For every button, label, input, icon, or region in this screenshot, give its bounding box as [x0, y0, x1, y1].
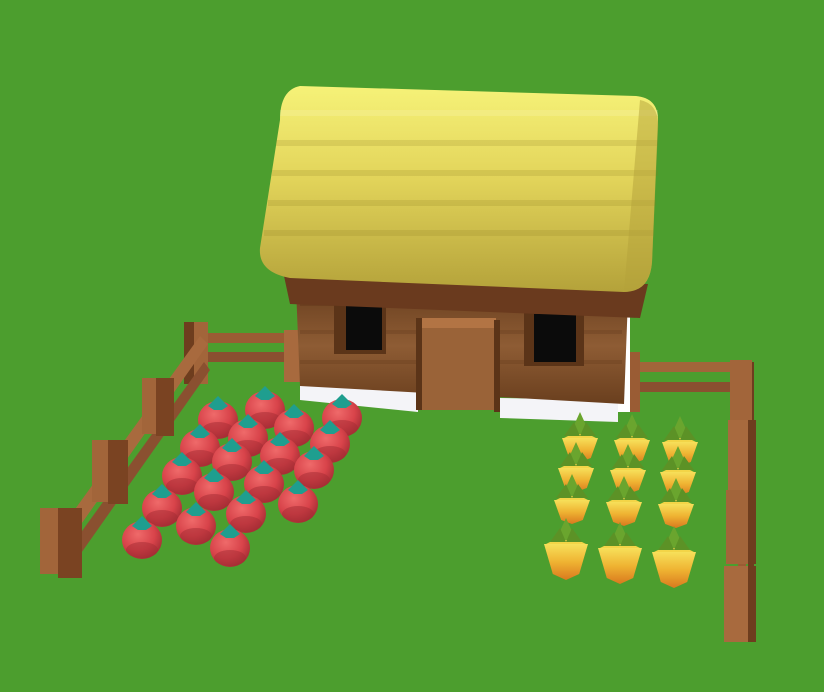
fence-post [142, 378, 174, 436]
fence-post [92, 440, 128, 504]
house-icon [259, 86, 659, 422]
house-roof [259, 86, 658, 292]
house-window-right [524, 308, 584, 366]
fence-post [40, 508, 82, 578]
carrot-field [544, 412, 698, 588]
farm-scene [0, 0, 824, 692]
house-door [416, 318, 500, 412]
